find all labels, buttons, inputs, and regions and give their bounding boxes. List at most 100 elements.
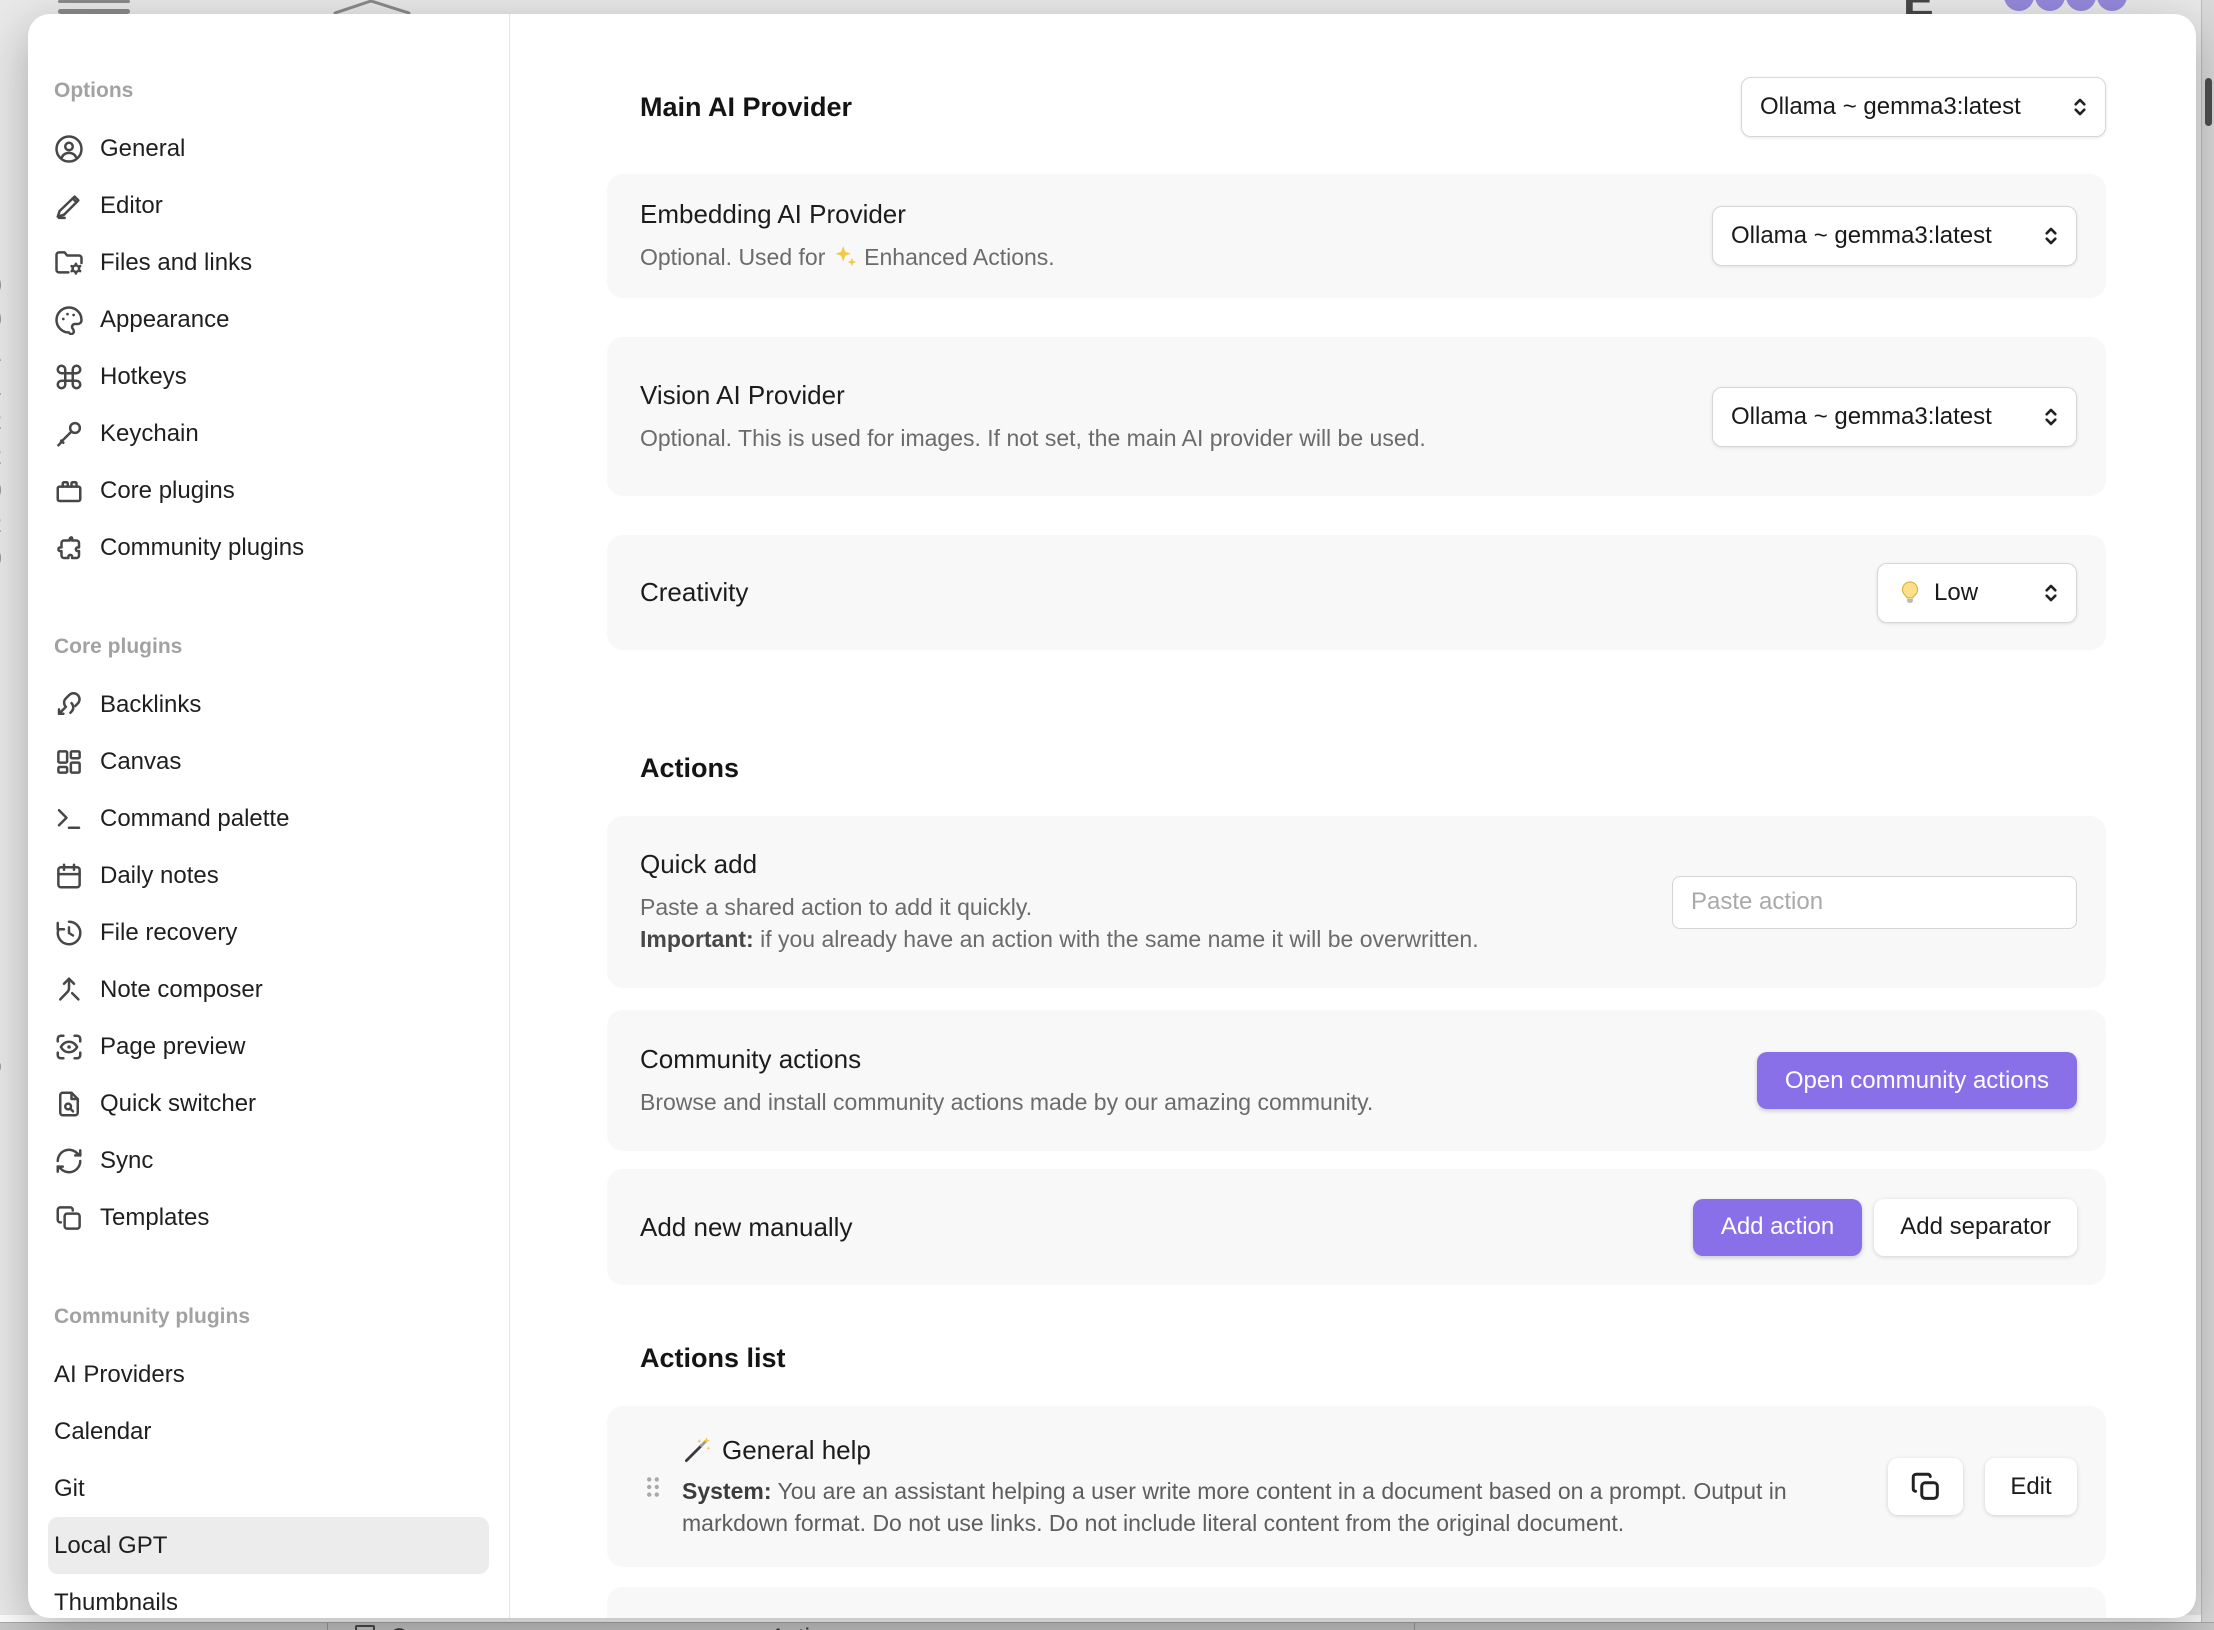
avatar-stack [2004, 0, 2127, 11]
embedding-provider-select[interactable]: Ollama ~ gemma3:latest [1712, 206, 2077, 266]
folder-gear-icon [54, 248, 84, 278]
sidebar-item-label: Files and links [100, 249, 252, 277]
background-text-fragment: 0 [0, 272, 2, 299]
terminal-icon [54, 804, 84, 834]
sidebar-item-label: Core plugins [100, 477, 235, 505]
sidebar-item-label: Canvas [100, 748, 181, 776]
sidebar-item-label: AI Providers [54, 1361, 185, 1389]
quick-add-desc: Paste a shared action to add it quickly.… [640, 891, 1479, 955]
background-text-fragment: 2 [0, 511, 2, 538]
add-action-button[interactable]: Add action [1693, 1199, 1862, 1256]
background-tab-canvas[interactable]: Canvas [390, 1624, 471, 1630]
bulb-icon [1896, 579, 1924, 607]
sidebar-item-backlinks[interactable]: Backlinks [48, 676, 489, 733]
sidebar-section-core-plugins: Core plugins [54, 632, 489, 662]
avatar [2004, 0, 2034, 11]
avatar [2035, 0, 2065, 11]
avatar [2066, 0, 2096, 11]
sidebar-item-hotkeys[interactable]: Hotkeys [48, 348, 489, 405]
settings-modal: Options General Editor Files and links Appea… [28, 14, 2196, 1618]
sidebar-item-label: Note composer [100, 976, 263, 1004]
chevron-up-down-icon [2038, 223, 2064, 249]
sidebar-item-label: Keychain [100, 420, 199, 448]
chevron-up-down-icon [2067, 94, 2093, 120]
vision-provider-card: Vision AI Provider Optional. This is use… [607, 337, 2106, 496]
command-icon [54, 362, 84, 392]
background-bottom-bar: Canvas Actions [0, 1622, 2214, 1630]
background-text-fragment: 2 [0, 408, 2, 435]
creativity-select[interactable]: Low [1877, 563, 2077, 623]
community-actions-desc: Browse and install community actions mad… [640, 1086, 1373, 1118]
sidebar-item-daily-notes[interactable]: Daily notes [48, 847, 489, 904]
main-ai-provider-select[interactable]: Ollama ~ gemma3:latest [1741, 77, 2106, 137]
sidebar-item-label: Page preview [100, 1033, 245, 1061]
sidebar-item-label: Quick switcher [100, 1090, 256, 1118]
quick-add-card: Quick add Paste a shared action to add i… [607, 816, 2106, 988]
layout-icon [54, 747, 84, 777]
sidebar-item-templates[interactable]: Templates [48, 1189, 489, 1246]
screen: E´ 001122020loiir CanvasActions OptionsG… [0, 0, 2214, 1630]
close-icon[interactable] [333, 0, 413, 14]
sidebar-item-label: Command palette [100, 805, 289, 833]
sidebar-item-command-palette[interactable]: Command palette [48, 790, 489, 847]
vision-provider-select[interactable]: Ollama ~ gemma3:latest [1712, 387, 2077, 447]
sidebar-item-git[interactable]: Git [48, 1460, 489, 1517]
sidebar-item-label: Local GPT [54, 1532, 167, 1560]
actions-list-heading: Actions list [640, 1340, 2106, 1376]
creativity-card: Creativity Low [607, 535, 2106, 650]
sidebar-item-label: Templates [100, 1204, 209, 1232]
sidebar-item-file-recovery[interactable]: File recovery [48, 904, 489, 961]
sparkles-icon [832, 244, 858, 270]
sidebar-item-quick-switcher[interactable]: Quick switcher [48, 1075, 489, 1132]
action-title: General help [722, 1435, 871, 1466]
scan-eye-icon [54, 1032, 84, 1062]
wand-icon [682, 1435, 712, 1465]
sidebar-item-ai-providers[interactable]: AI Providers [48, 1346, 489, 1403]
window-scrollbar[interactable] [2201, 0, 2214, 1630]
sidebar-item-canvas[interactable]: Canvas [48, 733, 489, 790]
copy-action-button[interactable] [1888, 1458, 1963, 1515]
sidebar-item-sync[interactable]: Sync [48, 1132, 489, 1189]
paste-action-input[interactable] [1672, 876, 2077, 929]
sidebar-item-local-gpt[interactable]: Local GPT [48, 1517, 489, 1574]
sidebar-item-general[interactable]: General [48, 120, 489, 177]
add-new-manually-card: Add new manually Add action Add separato… [607, 1169, 2106, 1285]
embedding-provider-card: Embedding AI Provider Optional. Used for… [607, 174, 2106, 298]
sidebar-item-label: Git [54, 1475, 85, 1503]
sidebar-item-core-plugins[interactable]: Core plugins [48, 462, 489, 519]
drag-handle[interactable] [640, 1467, 666, 1507]
action-system-prompt: System: You are an assistant helping a u… [682, 1475, 1862, 1539]
open-community-actions-button[interactable]: Open community actions [1757, 1052, 2077, 1109]
sidebar-item-editor[interactable]: Editor [48, 177, 489, 234]
avatar [2097, 0, 2127, 11]
quick-add-title: Quick add [640, 849, 1479, 880]
sidebar-item-label: Calendar [54, 1418, 151, 1446]
add-separator-button[interactable]: Add separator [1874, 1199, 2077, 1256]
copy-pages-icon [54, 1203, 84, 1233]
sidebar-item-label: Sync [100, 1147, 153, 1175]
sidebar-item-files-and-links[interactable]: Files and links [48, 234, 489, 291]
sidebar-item-calendar[interactable]: Calendar [48, 1403, 489, 1460]
sidebar-item-page-preview[interactable]: Page preview [48, 1018, 489, 1075]
community-actions-title: Community actions [640, 1044, 1373, 1075]
sidebar-section-options: Options [54, 76, 489, 106]
sidebar-item-keychain[interactable]: Keychain [48, 405, 489, 462]
sidebar-item-thumbnails[interactable]: Thumbnails [48, 1574, 489, 1618]
settings-sidebar: Options General Editor Files and links Appea… [28, 14, 510, 1618]
background-tab-actions[interactable]: Actions [770, 1624, 849, 1630]
sidebar-item-label: Appearance [100, 306, 229, 334]
chevron-up-down-icon [2038, 404, 2064, 430]
sidebar-item-label: Editor [100, 192, 163, 220]
brick-icon [54, 476, 84, 506]
canvas-tab-icon [355, 1625, 375, 1630]
user-circle-icon [54, 134, 84, 164]
sidebar-item-note-composer[interactable]: Note composer [48, 961, 489, 1018]
creativity-value: Low [1934, 579, 1978, 607]
background-text-fragment: 0 [0, 477, 2, 504]
sidebar-item-appearance[interactable]: Appearance [48, 291, 489, 348]
sidebar-item-label: Backlinks [100, 691, 201, 719]
main-ai-provider-value: Ollama ~ gemma3:latest [1760, 93, 2021, 121]
sidebar-item-community-plugins[interactable]: Community plugins [48, 519, 489, 576]
edit-action-button[interactable]: Edit [1985, 1458, 2077, 1515]
scrollbar-thumb[interactable] [2205, 78, 2212, 126]
